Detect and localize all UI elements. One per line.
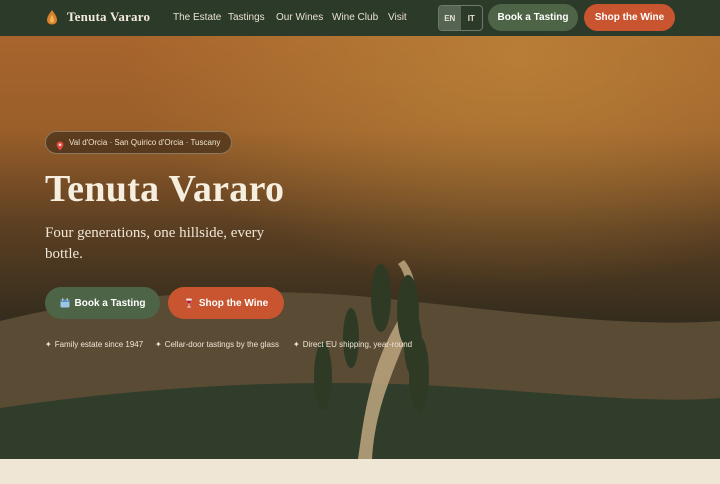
lang-it-button[interactable]: IT	[461, 6, 483, 30]
hero-section: Val d'Orcia · San Quirico d'Orcia · Tusc…	[0, 36, 720, 459]
feature-item-1: ✦ Family estate since 1947	[45, 340, 143, 349]
hero-subtitle: Four generations, one hillside, every bo…	[45, 225, 265, 262]
location-text: Val d'Orcia · San Quirico d'Orcia · Tusc…	[69, 138, 221, 147]
feature-text-3: Direct EU shipping, year-round	[302, 340, 413, 349]
nav-link-wine-club[interactable]: Wine Club	[332, 12, 378, 23]
brand-logo[interactable]: Tenuta Vararo	[46, 9, 150, 25]
brand-name: Tenuta Vararo	[67, 9, 151, 24]
nav-link-tastings[interactable]: Tastings	[228, 12, 265, 23]
feature-item-2: ✦ Cellar-door tastings by the glass	[155, 340, 279, 349]
wine-glass-icon	[184, 298, 194, 308]
feature-item-3: ✦ Direct EU shipping, year-round	[293, 340, 412, 349]
hero-title: Tenuta Vararo	[45, 168, 285, 210]
sparkle-icon: ✦	[293, 340, 300, 349]
map-pin-icon	[56, 138, 64, 150]
hero-shop-label: Shop the Wine	[198, 297, 269, 309]
feature-text-1: Family estate since 1947	[54, 340, 144, 349]
sparkle-icon: ✦	[45, 340, 52, 349]
hero-shop-wine-button[interactable]: Shop the Wine	[168, 287, 284, 319]
lang-en-button[interactable]: EN	[439, 6, 461, 30]
hero-book-tasting-button[interactable]: Book a Tasting	[45, 287, 160, 319]
hero-book-label: Book a Tasting	[74, 297, 146, 309]
language-switcher: EN IT	[438, 5, 483, 31]
nav-book-tasting-button[interactable]: Book a Tasting	[488, 4, 578, 31]
feature-text-2: Cellar-door tastings by the glass	[164, 340, 279, 349]
calendar-icon	[60, 298, 70, 308]
location-badge: Val d'Orcia · San Quirico d'Orcia · Tusc…	[45, 131, 232, 154]
nav-link-visit[interactable]: Visit	[388, 12, 407, 23]
sparkle-icon: ✦	[155, 340, 162, 349]
flame-drop-icon	[46, 9, 58, 25]
nav-link-our-wines[interactable]: Our Wines	[276, 12, 323, 23]
top-nav: Tenuta Vararo The Estate Tastings Our Wi…	[0, 0, 720, 36]
nav-shop-wine-button[interactable]: Shop the Wine	[584, 4, 675, 31]
content-section-start	[0, 459, 720, 484]
nav-link-the-estate[interactable]: The Estate	[173, 12, 221, 23]
